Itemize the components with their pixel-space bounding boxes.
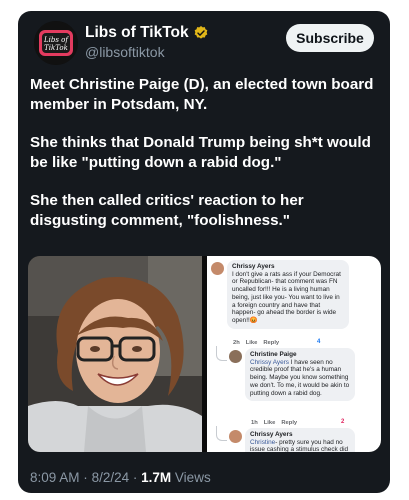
comment-author: Chrissy Ayers — [250, 431, 293, 438]
woman-photo[interactable] — [28, 256, 202, 452]
comment-time: 1h — [251, 420, 258, 426]
account-avatar[interactable]: Libs of TikTok — [34, 21, 78, 65]
comment-actions: 2h Like Reply — [233, 340, 279, 346]
comment-author: Chrissy Ayers — [232, 263, 275, 270]
avatar-logo: Libs of TikTok — [34, 21, 78, 65]
footer-separator: · — [132, 470, 138, 485]
comment-text: I don't give a rats ass if your Democrat… — [232, 270, 341, 324]
tweet-media[interactable]: Chrissy Ayers I don't give a rats ass if… — [28, 256, 381, 452]
avatar-text-line2: TikTok — [44, 44, 68, 52]
reaction-count: 2 — [341, 419, 345, 425]
like-link[interactable]: Like — [264, 420, 276, 426]
reply-link[interactable]: Reply — [263, 340, 279, 346]
subscribe-button[interactable]: Subscribe — [286, 24, 374, 52]
views-count: 1.7M — [141, 470, 172, 485]
tweet-paragraph-1: Meet Christine Paige (D), an elected tow… — [30, 76, 374, 113]
commenter-avatar — [211, 262, 224, 275]
comment-time: 2h — [233, 340, 240, 346]
tweet-paragraph-3: She then called critics' reaction to her… — [30, 192, 304, 229]
tweet-card: Libs of TikTok Libs of TikTok @libsoftik… — [18, 11, 390, 493]
reply-link[interactable]: Reply — [281, 420, 297, 426]
comment-author: Christine Paige — [250, 351, 297, 358]
commenter-avatar — [229, 430, 242, 443]
views-label: Views — [174, 470, 211, 485]
facebook-comments-screenshot[interactable]: Chrissy Ayers I don't give a rats ass if… — [207, 256, 381, 452]
footer-separator: · — [83, 470, 88, 485]
like-link[interactable]: Like — [246, 340, 258, 346]
commenter-avatar — [229, 350, 242, 363]
comment-actions: 1h Like Reply — [251, 420, 297, 426]
avatar-text-line1: Libs of — [43, 36, 69, 44]
account-handle[interactable]: @libsoftiktok — [85, 44, 165, 60]
tweet-text: Meet Christine Paige (D), an elected tow… — [30, 75, 380, 249]
thread-line — [216, 346, 227, 361]
post-time[interactable]: 8:09 AM — [30, 470, 80, 485]
account-name[interactable]: Libs of TikTok — [85, 24, 189, 42]
comment-mention[interactable]: Christine — [250, 439, 275, 446]
reaction-count: 4 — [317, 339, 321, 345]
tweet-footer: 8:09 AM · 8/2/24 · 1.7M Views — [30, 470, 211, 485]
thread-line — [216, 426, 227, 441]
post-date[interactable]: 8/2/24 — [92, 470, 130, 485]
comment-mention[interactable]: Chrissy Ayers — [250, 359, 289, 366]
account-name-row: Libs of TikTok — [85, 24, 209, 42]
tweet-paragraph-2: She thinks that Donald Trump being sh*t … — [30, 134, 371, 171]
verified-badge-icon — [194, 26, 207, 39]
